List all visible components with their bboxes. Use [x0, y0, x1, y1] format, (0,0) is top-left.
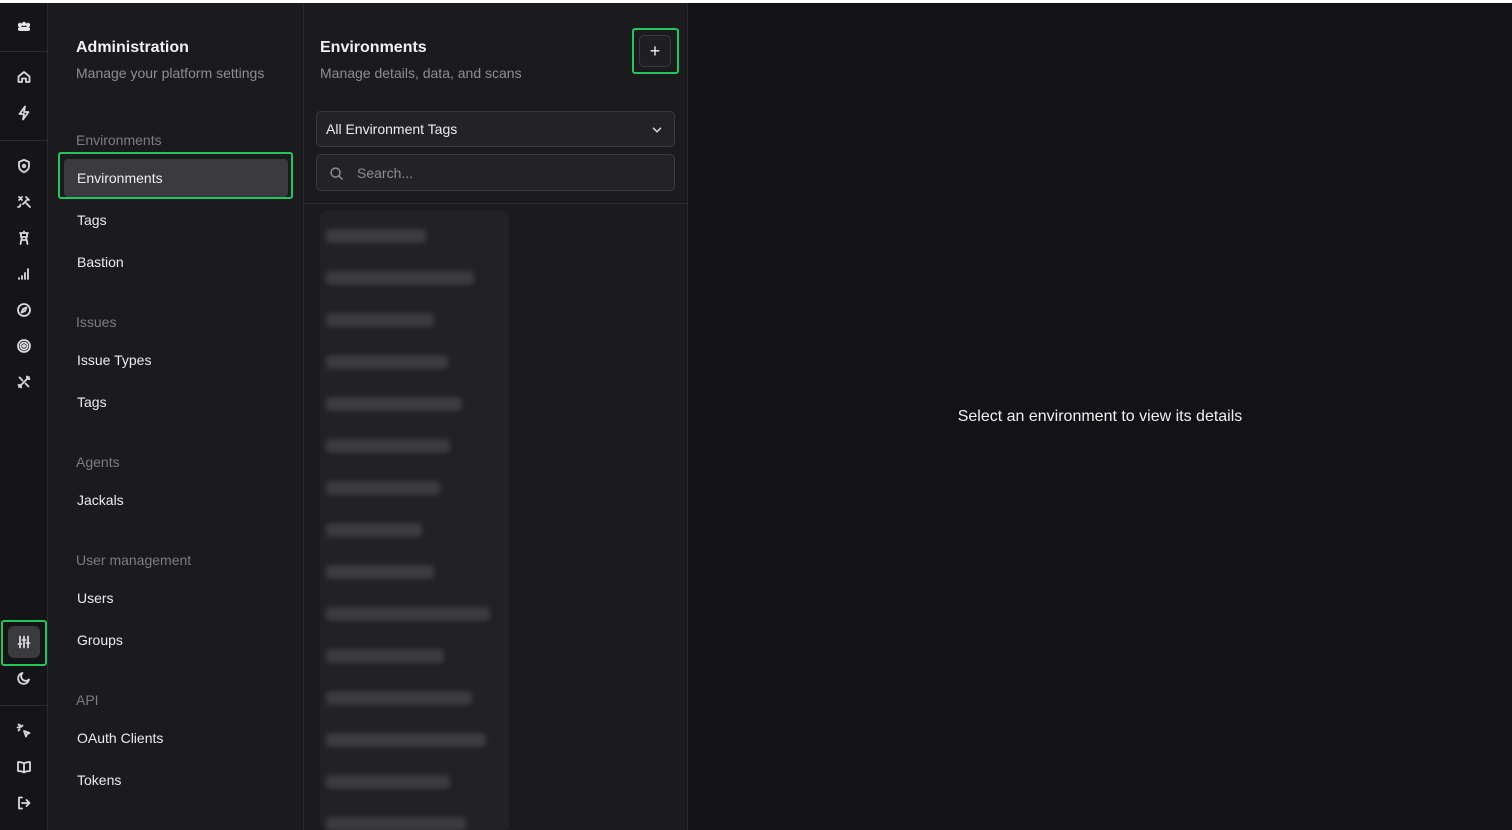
sidebar-item-jackals[interactable]: Jackals	[64, 481, 288, 519]
logo-icon[interactable]	[8, 11, 40, 43]
rail-divider	[0, 51, 47, 52]
sidebar-item-users[interactable]: Users	[64, 579, 288, 617]
empty-state-message: Select an environment to view its detail…	[957, 408, 1243, 425]
chevron-down-icon	[652, 127, 662, 133]
tower-icon[interactable]	[8, 222, 40, 254]
compass-icon[interactable]	[8, 294, 40, 326]
sparkle-pointer-icon[interactable]	[8, 715, 40, 747]
section-label-environments: Environments	[76, 132, 162, 148]
search-icon	[330, 167, 343, 180]
logout-icon[interactable]	[8, 787, 40, 819]
sidebar-item-environments[interactable]: Environments	[64, 159, 288, 197]
list-item[interactable]	[326, 229, 426, 243]
sidebar-item-issue-types[interactable]: Issue Types	[64, 341, 288, 379]
list-item[interactable]	[326, 691, 472, 705]
list-item[interactable]	[326, 355, 448, 369]
list-item[interactable]	[326, 607, 490, 621]
admin-subtitle: Manage your platform settings	[76, 65, 265, 81]
signal-icon[interactable]	[8, 258, 40, 290]
admin-sidebar: Administration Manage your platform sett…	[48, 3, 304, 830]
list-item[interactable]	[326, 397, 462, 411]
sidebar-item-oauth-clients[interactable]: OAuth Clients	[64, 719, 288, 757]
list-item[interactable]	[326, 313, 434, 327]
rail-divider	[0, 705, 47, 706]
add-environment-button[interactable]: +	[639, 35, 671, 67]
search-input[interactable]	[357, 163, 657, 183]
list-item[interactable]	[326, 775, 450, 789]
list-item[interactable]	[326, 817, 466, 830]
environment-tags-select-value: All Environment Tags	[326, 121, 458, 137]
environments-panel: Environments Manage details, data, and s…	[304, 3, 688, 830]
satellite-icon[interactable]	[8, 186, 40, 218]
list-item[interactable]	[326, 523, 422, 537]
environment-list	[320, 211, 509, 830]
moon-icon[interactable]	[8, 662, 40, 694]
section-label-api: API	[76, 692, 99, 708]
sidebar-item-groups[interactable]: Groups	[64, 621, 288, 659]
sidebar-item-tokens[interactable]: Tokens	[64, 761, 288, 799]
icon-rail	[0, 3, 48, 830]
tools-icon[interactable]	[8, 366, 40, 398]
sliders-icon[interactable]	[8, 626, 40, 658]
rail-divider	[0, 140, 47, 141]
list-item[interactable]	[326, 271, 474, 285]
admin-title: Administration	[76, 39, 189, 56]
list-item[interactable]	[326, 439, 450, 453]
list-item[interactable]	[326, 481, 440, 495]
app-window: Administration Manage your platform sett…	[0, 3, 1512, 830]
section-label-issues: Issues	[76, 314, 117, 330]
section-label-agents: Agents	[76, 454, 120, 470]
environment-detail-pane: Select an environment to view its detail…	[688, 3, 1512, 830]
sidebar-item-issue-tags[interactable]: Tags	[64, 383, 288, 421]
target-icon[interactable]	[8, 330, 40, 362]
list-item[interactable]	[326, 565, 434, 579]
environment-tags-select[interactable]: All Environment Tags	[316, 111, 675, 147]
home-icon[interactable]	[8, 61, 40, 93]
list-item[interactable]	[326, 733, 486, 747]
list-item[interactable]	[326, 649, 444, 663]
sidebar-item-bastion[interactable]: Bastion	[64, 243, 288, 281]
section-label-user-management: User management	[76, 552, 192, 568]
shield-icon[interactable]	[8, 150, 40, 182]
book-icon[interactable]	[8, 751, 40, 783]
bolt-icon[interactable]	[8, 97, 40, 129]
environments-subtitle: Manage details, data, and scans	[320, 65, 522, 81]
environments-title: Environments	[320, 39, 427, 56]
environment-search	[316, 154, 675, 191]
sidebar-item-env-tags[interactable]: Tags	[64, 201, 288, 239]
list-divider	[304, 203, 687, 204]
